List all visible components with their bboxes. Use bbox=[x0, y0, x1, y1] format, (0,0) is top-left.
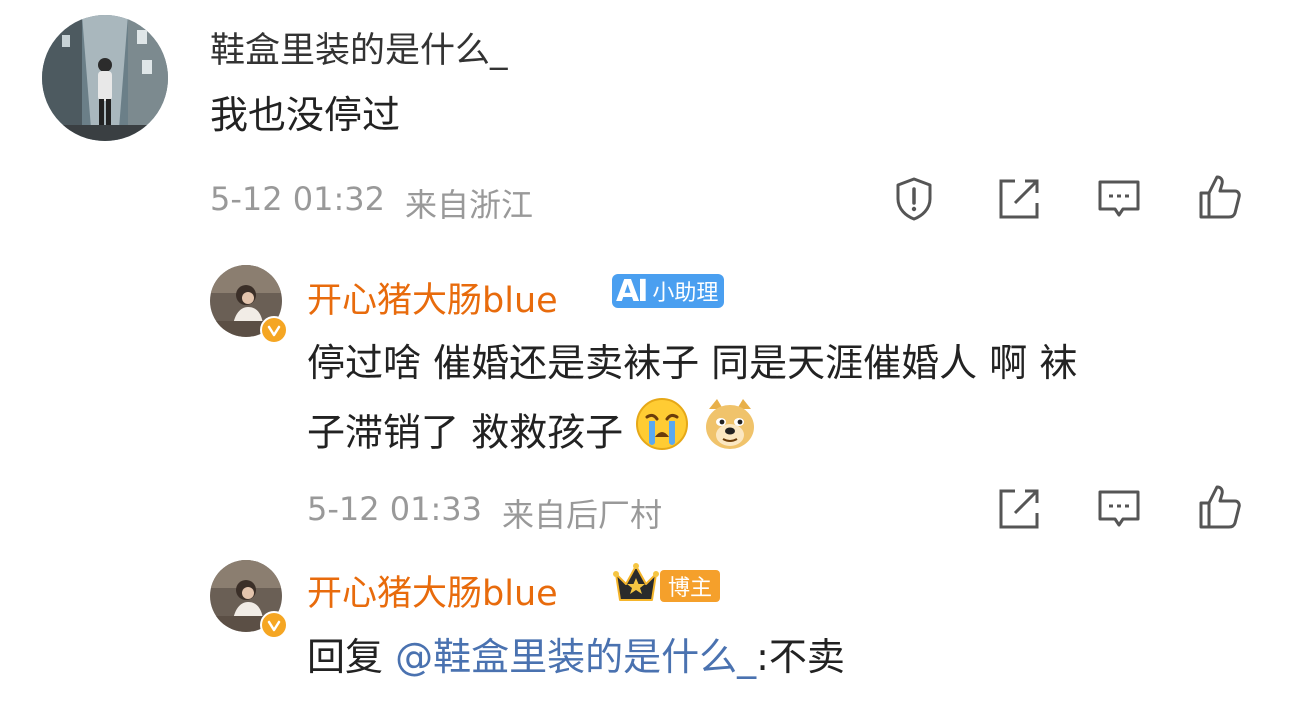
comment-icon[interactable] bbox=[1095, 175, 1143, 223]
verified-badge-icon bbox=[260, 316, 288, 344]
reply-location: 来自后厂村 bbox=[502, 496, 663, 534]
comment-username[interactable]: 鞋盒里装的是什么_ bbox=[210, 22, 508, 73]
comment-location: 来自浙江 bbox=[405, 186, 534, 224]
reply-text-line-2-content: 子滞销了 救救孩子 bbox=[307, 410, 624, 455]
reply-text-line-1: 停过啥 催婚还是卖袜子 同是天涯催婚人 啊 袜 bbox=[307, 341, 1078, 385]
reply-username[interactable]: 开心猪大肠blue bbox=[307, 272, 558, 323]
like-icon[interactable] bbox=[1195, 483, 1243, 531]
reply-timestamp: 5-12 01:33 bbox=[307, 490, 483, 528]
repost-icon[interactable] bbox=[995, 485, 1043, 533]
repost-icon[interactable] bbox=[995, 175, 1043, 223]
mention-link[interactable]: @鞋盒里装的是什么_ bbox=[395, 635, 756, 679]
verified-badge-icon bbox=[260, 611, 288, 639]
host-badge: 博主 bbox=[660, 570, 721, 602]
reply-username[interactable]: 开心猪大肠blue bbox=[307, 565, 558, 616]
reply-prefix: 回复 bbox=[307, 635, 396, 679]
avatar-main-user[interactable] bbox=[42, 15, 168, 141]
ai-assistant-badge: AI 小助理 bbox=[612, 273, 725, 309]
reply-text-line-2: 子滞销了 救救孩子 bbox=[307, 395, 759, 475]
crying-emoji bbox=[635, 397, 689, 473]
like-icon[interactable] bbox=[1195, 173, 1243, 221]
comment-timestamp: 5-12 01:32 bbox=[210, 180, 386, 218]
report-icon[interactable] bbox=[890, 175, 938, 223]
doge-emoji bbox=[701, 395, 759, 475]
reply-text: 回复 @鞋盒里装的是什么_:不卖 bbox=[307, 622, 845, 692]
reply-content: :不卖 bbox=[756, 635, 845, 679]
comment-icon[interactable] bbox=[1095, 485, 1143, 533]
comment-text: 我也没停过 bbox=[210, 93, 401, 137]
ai-mark-icon: AI bbox=[616, 273, 648, 309]
crown-icon bbox=[612, 562, 660, 604]
ai-badge-label: 小助理 bbox=[652, 281, 719, 306]
